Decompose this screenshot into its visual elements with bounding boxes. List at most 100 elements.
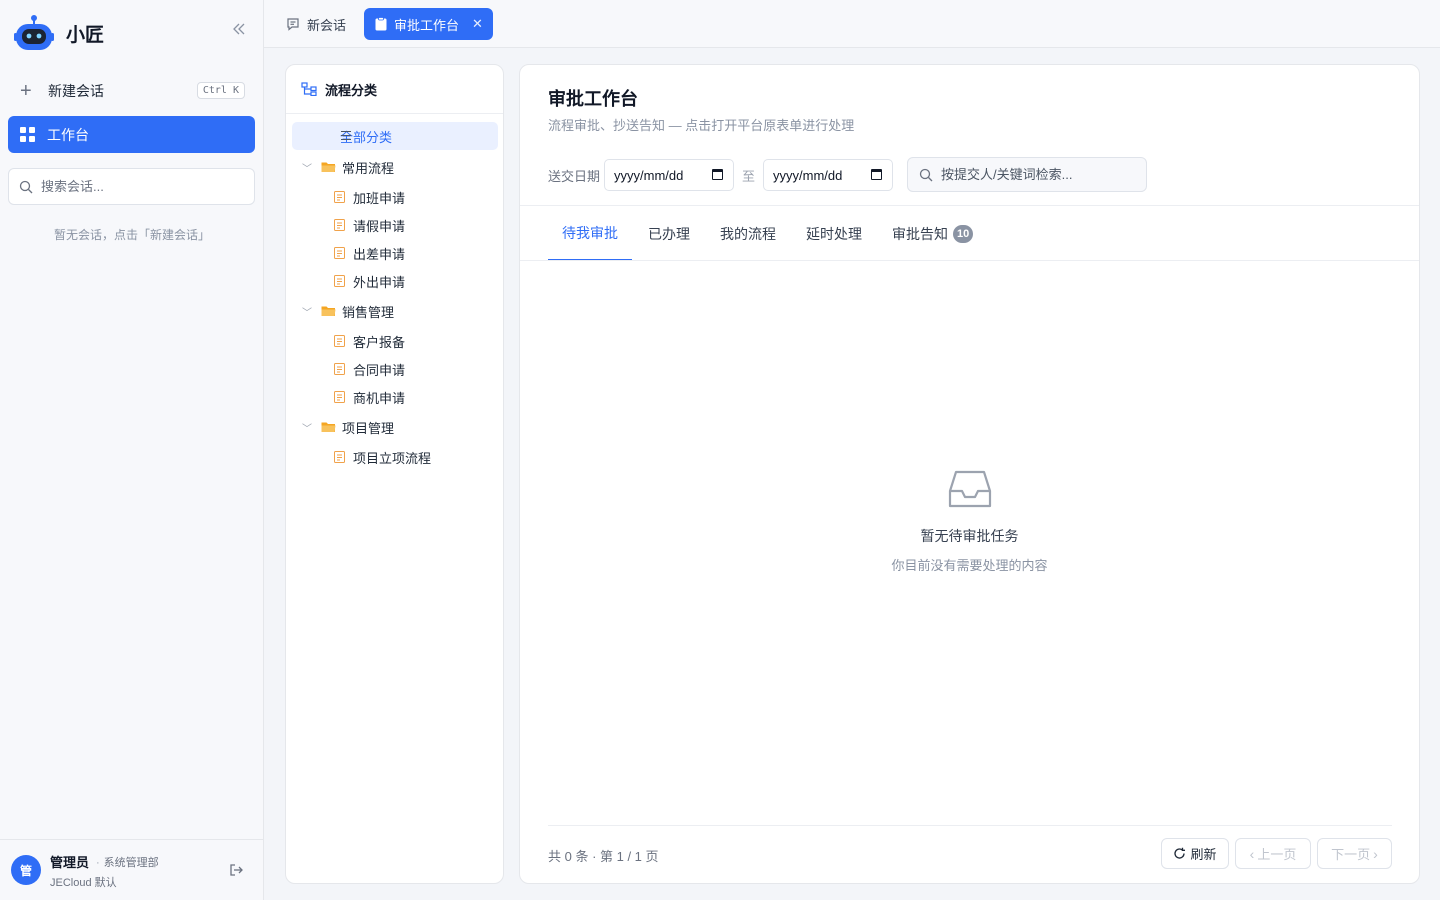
chevron-down-icon: ﹀	[302, 307, 312, 319]
keyword-search-input[interactable]	[941, 167, 1141, 182]
refresh-label: 刷新	[1190, 847, 1217, 862]
sidebar-item-workbench[interactable]: 工作台	[8, 116, 255, 153]
workbench-label: 工作台	[47, 126, 89, 143]
search-icon	[19, 180, 33, 193]
item-label: 合同申请	[353, 362, 406, 378]
page-subtitle: 流程审批、抄送告知 — 点击打开平台原表单进行处理	[548, 118, 855, 133]
page-title: 审批工作台	[548, 89, 638, 109]
keyword-search	[907, 157, 1147, 192]
tab-delayed[interactable]: 延时处理	[806, 206, 862, 261]
date-placeholder: yyyy/mm/dd	[773, 167, 843, 183]
next-label: 下一页	[1331, 847, 1371, 862]
date-separator: 至	[742, 169, 756, 184]
category-item[interactable]: 请假申请	[334, 214, 405, 236]
tab-label: 审批工作台	[394, 17, 460, 33]
new-chat-button[interactable]: + 新建会话 Ctrl K	[8, 74, 255, 108]
next-page-button[interactable]: 下一页 ›	[1317, 838, 1392, 869]
item-label: 项目立项流程	[353, 450, 432, 466]
category-all[interactable]: 全部分类	[292, 122, 498, 150]
grid-icon	[20, 127, 35, 142]
tab-label: 延时处理	[806, 225, 862, 242]
refresh-icon	[1174, 847, 1186, 859]
date-to-input[interactable]: yyyy/mm/dd	[763, 159, 893, 191]
tab-label: 我的流程	[720, 225, 776, 242]
tab-processed[interactable]: 已办理	[648, 206, 690, 261]
calendar-icon	[712, 169, 723, 180]
document-icon	[334, 363, 345, 375]
chevron-left-icon: ‹	[1249, 845, 1255, 862]
date-label: 送交日期	[548, 169, 601, 184]
calendar-icon	[871, 169, 882, 180]
pagination-info: 共 0 条 · 第 1 / 1 页	[548, 849, 659, 864]
item-label: 客户报备	[353, 334, 406, 350]
category-group[interactable]: ﹀ 常用流程	[302, 155, 394, 179]
close-icon[interactable]: ✕	[472, 16, 483, 32]
item-label: 加班申请	[353, 190, 406, 206]
prev-page-button[interactable]: ‹ 上一页	[1235, 838, 1311, 869]
robot-logo-icon	[14, 14, 54, 52]
user-name: 管理员	[50, 855, 90, 870]
tab-pending[interactable]: 待我审批	[548, 206, 632, 261]
empty-state-title: 暂无待审批任务	[920, 528, 1019, 544]
item-label: 请假申请	[353, 218, 406, 234]
group-label: 项目管理	[342, 420, 395, 436]
refresh-button[interactable]: 刷新	[1161, 838, 1229, 869]
plus-icon: +	[20, 80, 32, 102]
tab-my-processes[interactable]: 我的流程	[720, 206, 776, 261]
tab-label: 审批告知	[892, 225, 948, 242]
tab-notifications[interactable]: 审批告知 10	[892, 206, 974, 261]
logout-icon[interactable]	[229, 863, 245, 879]
folder-icon	[321, 422, 336, 432]
category-item[interactable]: 加班申请	[334, 186, 405, 208]
category-group[interactable]: ﹀ 销售管理	[302, 299, 394, 323]
item-label: 外出申请	[353, 274, 406, 290]
search-icon	[919, 168, 933, 181]
group-label: 常用流程	[342, 160, 395, 176]
clipboard-icon	[375, 17, 387, 31]
prev-label: 上一页	[1257, 847, 1297, 862]
category-header: 流程分类	[286, 65, 503, 114]
sidebar: 小匠 + 新建会话 Ctrl K 工作台 暂无会话，点击「新建会话」 管 管理员…	[0, 0, 264, 900]
folder-icon	[321, 306, 336, 316]
divider	[548, 825, 1392, 826]
chat-search-input[interactable]	[41, 179, 241, 194]
shortcut-hint: Ctrl K	[196, 82, 245, 99]
item-label: 商机申请	[353, 390, 406, 406]
chevron-down-icon: ﹀	[302, 163, 312, 175]
list-icon	[341, 131, 351, 143]
tab-approval-workbench[interactable]: 审批工作台 ✕	[364, 8, 493, 40]
category-item[interactable]: 商机申请	[334, 386, 405, 408]
category-item[interactable]: 合同申请	[334, 358, 405, 380]
document-icon	[334, 275, 345, 287]
user-tenant: JECloud 默认	[50, 877, 117, 889]
divider	[520, 260, 1419, 261]
tab-label: 待我审批	[562, 224, 618, 241]
collapse-sidebar-icon[interactable]	[232, 22, 250, 40]
category-item[interactable]: 客户报备	[334, 330, 405, 352]
item-label: 出差申请	[353, 246, 406, 262]
category-item[interactable]: 出差申请	[334, 242, 405, 264]
chevron-right-icon: ›	[1373, 845, 1378, 862]
tab-bar: 新会话 审批工作台 ✕	[264, 0, 1440, 48]
category-item[interactable]: 项目立项流程	[334, 446, 431, 468]
date-from-input[interactable]: yyyy/mm/dd	[604, 159, 734, 191]
category-group[interactable]: ﹀ 项目管理	[302, 415, 394, 439]
category-title: 流程分类	[325, 82, 378, 98]
category-item[interactable]: 外出申请	[334, 270, 405, 292]
folder-icon	[321, 162, 336, 172]
document-icon	[334, 247, 345, 259]
document-icon	[334, 451, 345, 463]
count-badge: 10	[953, 224, 974, 243]
empty-chats-text: 暂无会话，点击「新建会话」	[53, 228, 210, 242]
tab-new-chat[interactable]: 新会话	[286, 8, 346, 40]
date-placeholder: yyyy/mm/dd	[614, 167, 684, 183]
empty-state-subtitle: 你目前没有需要处理的内容	[891, 558, 1048, 573]
document-icon	[334, 219, 345, 231]
document-icon	[334, 191, 345, 203]
chevron-down-icon: ﹀	[302, 423, 312, 435]
user-bar: 管 管理员 系统管理部 JECloud 默认	[0, 839, 264, 900]
document-icon	[334, 391, 345, 403]
chat-icon	[287, 18, 299, 31]
avatar[interactable]: 管	[11, 855, 41, 885]
brand: 小匠	[14, 14, 104, 52]
